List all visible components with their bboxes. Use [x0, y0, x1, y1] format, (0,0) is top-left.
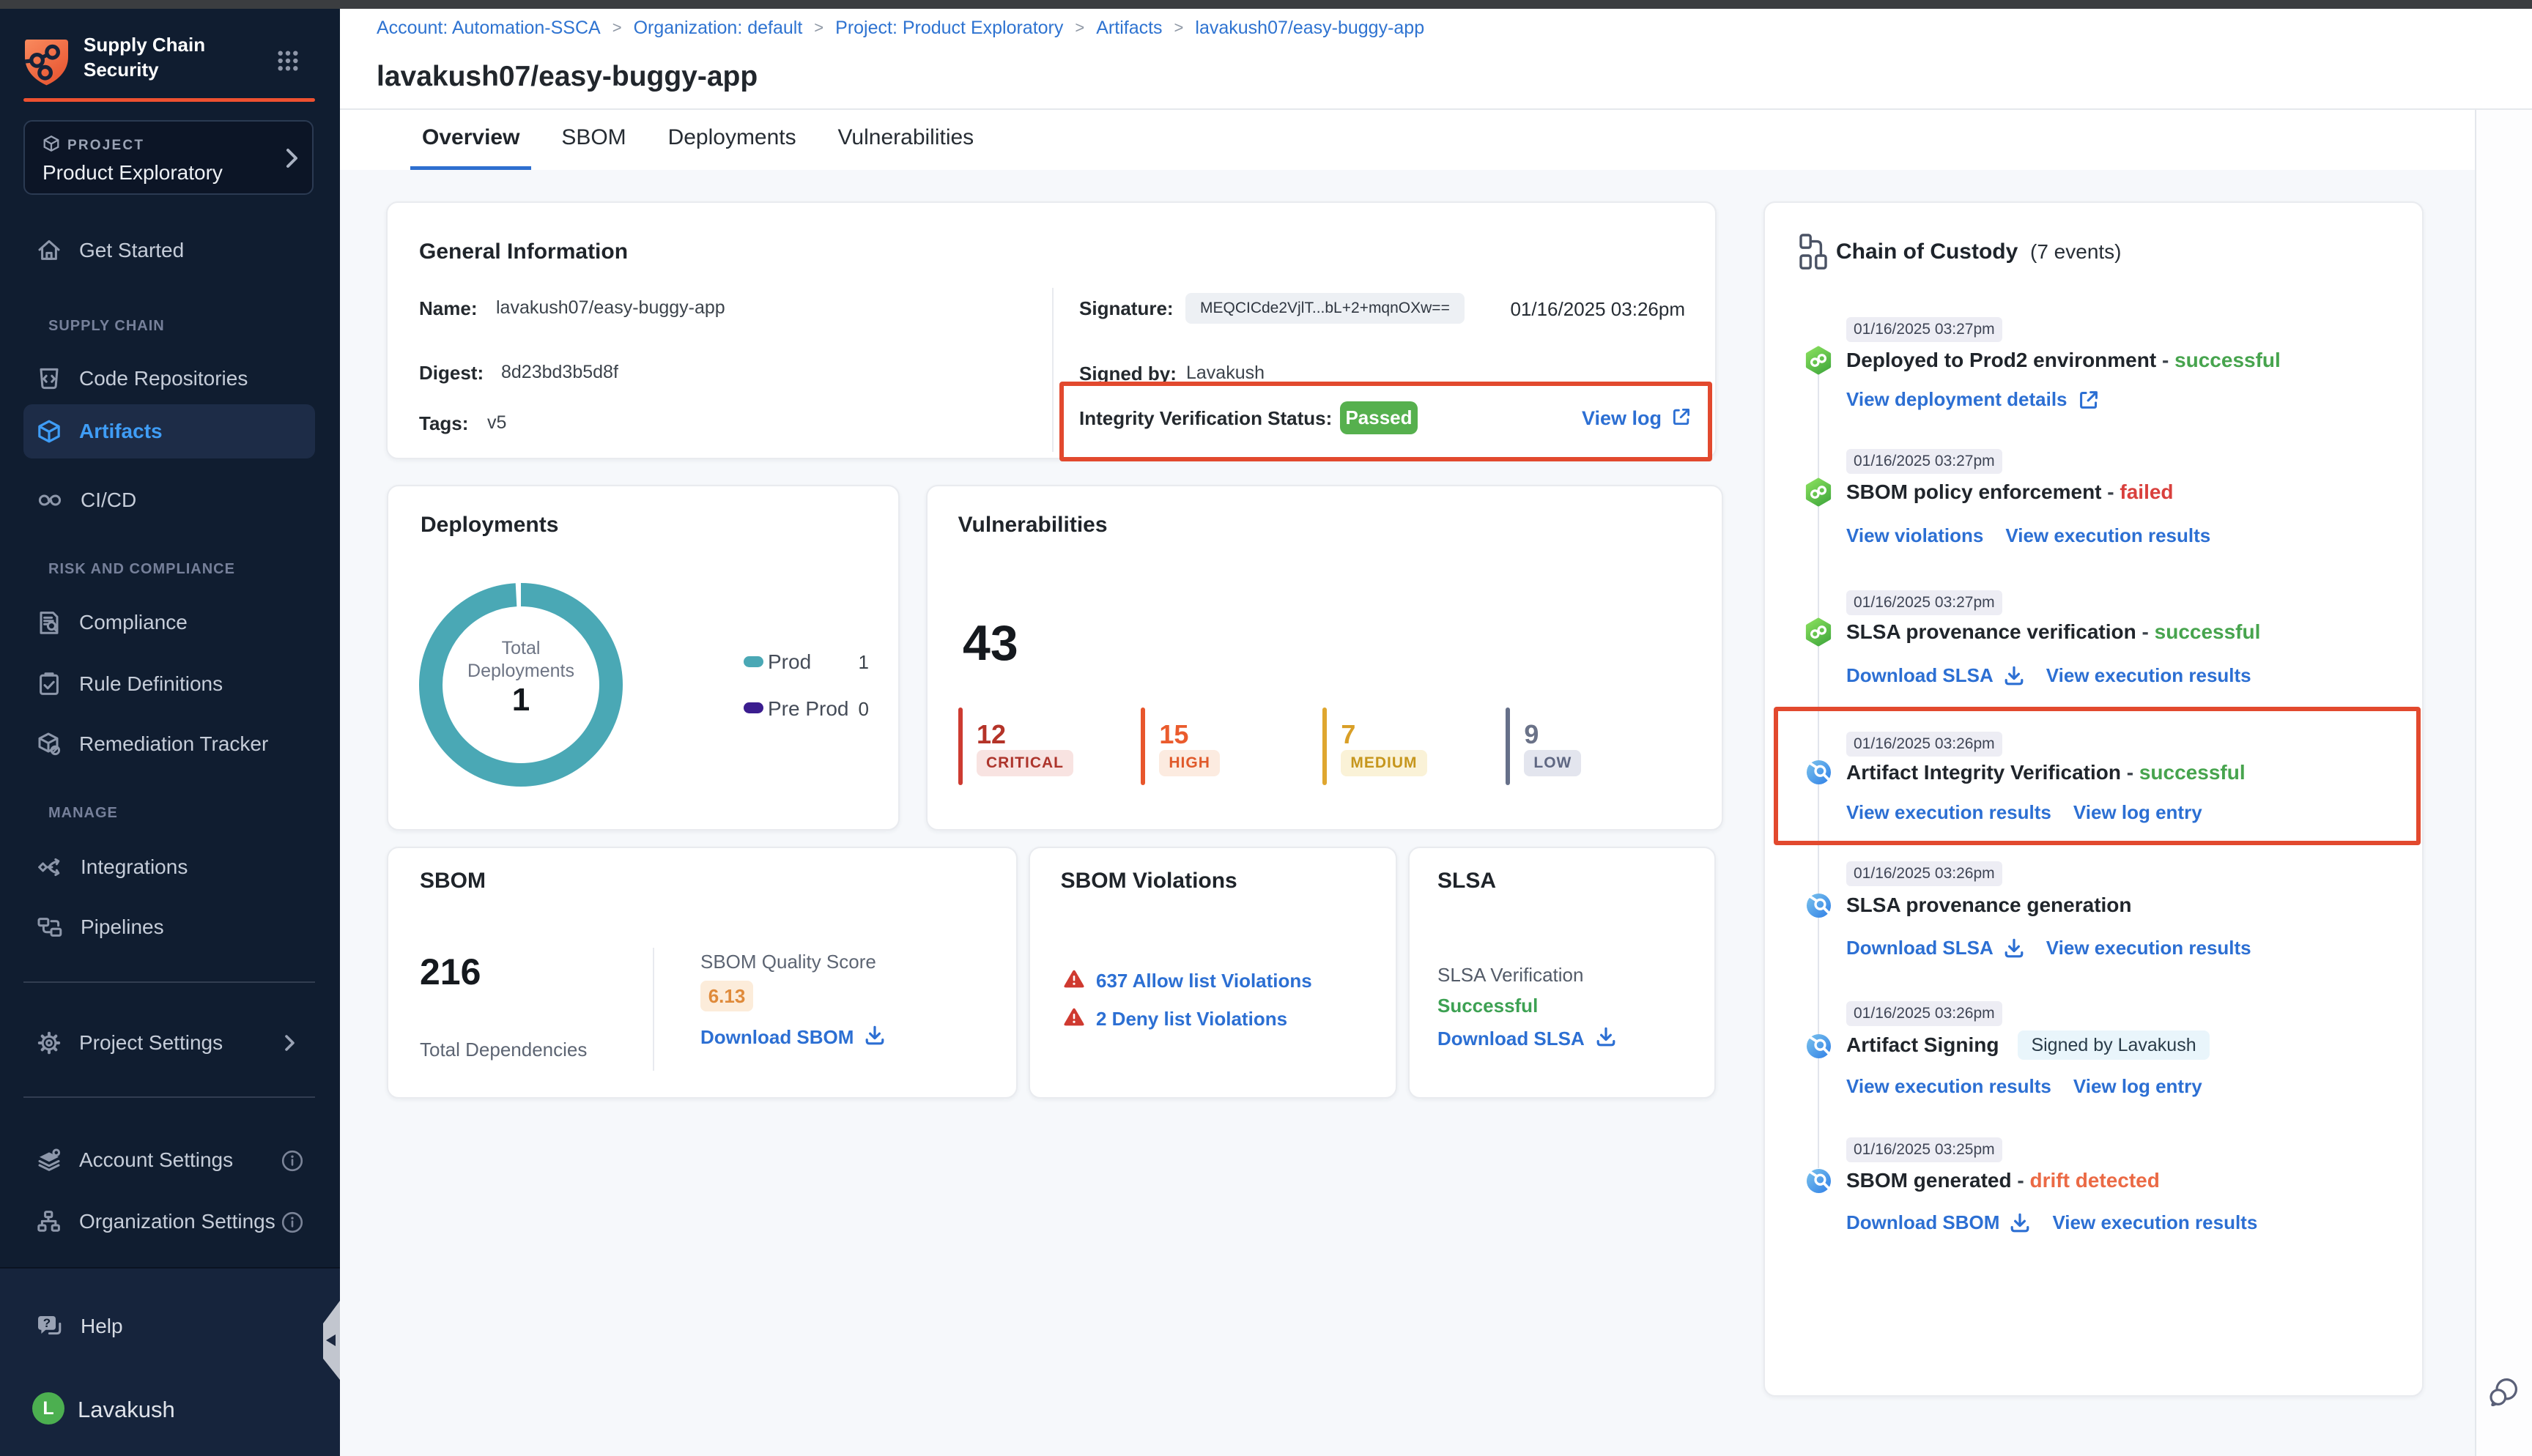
svg-text:?: ?: [43, 1316, 51, 1330]
